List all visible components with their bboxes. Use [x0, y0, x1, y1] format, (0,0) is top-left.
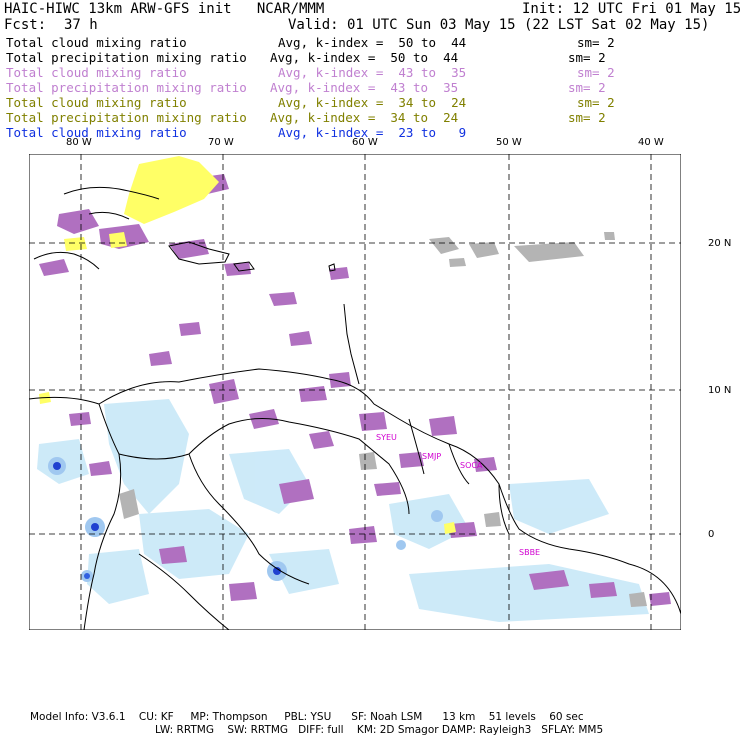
legend-range: Avg, k-index = 34 to 24 — [278, 95, 467, 110]
legend-range: Avg, k-index = 50 to 44 — [270, 50, 459, 65]
forecast-hour: 37 h — [64, 17, 98, 33]
station-label: SBBE — [519, 548, 540, 557]
lon-label: 40 W — [638, 137, 664, 148]
legend-label: Total precipitation mixing ratio — [6, 50, 247, 65]
legend-smooth: sm= 2 — [568, 50, 606, 65]
station-label: SOCA — [460, 461, 483, 470]
legend-range: Avg, k-index = 50 to 44 — [278, 35, 467, 50]
lon-label: 80 W — [66, 137, 92, 148]
legend-range: Avg, k-index = 43 to 35 — [270, 80, 459, 95]
lat-label: 0 — [708, 529, 715, 540]
legend-range: Avg, k-index = 34 to 24 — [270, 110, 459, 125]
lon-label: 60 W — [352, 137, 378, 148]
legend-range: Avg, k-index = 43 to 35 — [278, 65, 467, 80]
lon-label: 50 W — [496, 137, 522, 148]
valid-time: Valid: 01 UTC Sun 03 May 15 (22 LST Sat … — [288, 17, 710, 33]
legend-label: Total cloud mixing ratio — [6, 95, 187, 110]
legend-smooth: sm= 2 — [577, 65, 615, 80]
legend-label: Total cloud mixing ratio — [6, 65, 187, 80]
station-label: SMJP — [422, 452, 441, 461]
lon-label: 70 W — [208, 137, 234, 148]
forecast-map: SYEU SMJP SOCA SBBE — [29, 154, 681, 630]
legend-smooth: sm= 2 — [568, 80, 606, 95]
legend-smooth: sm= 2 — [577, 95, 615, 110]
legend-label: Total cloud mixing ratio — [6, 35, 187, 50]
legend-label: Total cloud mixing ratio — [6, 125, 187, 140]
legend-label: Total precipitation mixing ratio — [6, 80, 247, 95]
legend-smooth: sm= 2 — [577, 35, 615, 50]
model-info-line2: LW: RRTMG SW: RRTMG DIFF: full KM: 2D Sm… — [155, 724, 604, 736]
lat-label: 10 N — [708, 385, 732, 396]
station-label: SYEU — [376, 433, 397, 442]
model-info-line1: Model Info: V3.6.1 CU: KF MP: Thompson P… — [30, 711, 584, 723]
chart-title: HAIC-HIWC 13km ARW-GFS init NCAR/MMM — [4, 1, 325, 17]
init-time: Init: 12 UTC Fri 01 May 15 — [522, 1, 740, 17]
legend-smooth: sm= 2 — [568, 110, 606, 125]
legend-label: Total precipitation mixing ratio — [6, 110, 247, 125]
lat-label: 20 N — [708, 238, 732, 249]
forecast-label: Fcst: — [4, 17, 47, 33]
